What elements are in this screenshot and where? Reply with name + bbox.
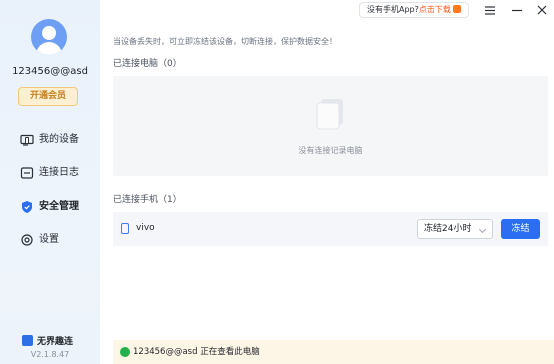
close-icon[interactable] [535, 3, 549, 17]
sidebar-item-my-devices[interactable]: 我的设备 [0, 127, 100, 153]
log-icon [20, 167, 34, 179]
device-icon [20, 134, 34, 146]
freeze-duration-select[interactable]: 冻结24小时 [417, 219, 493, 239]
phone-section-title: 已连接手机（1） [113, 195, 182, 205]
status-message: 正在查看此电脑 [200, 347, 260, 357]
connected-status-icon [120, 347, 130, 357]
pc-section-title: 已连接电脑（0） [113, 59, 182, 69]
brand: 无界趣连 [22, 334, 73, 347]
sidebar-item-label: 设置 [39, 234, 59, 245]
sidebar-item-security[interactable]: 安全管理 [0, 194, 100, 220]
brand-logo-icon [22, 335, 33, 346]
minimize-icon[interactable] [510, 3, 524, 17]
promo-download-link[interactable]: 点击下载 [419, 5, 451, 14]
freeze-duration-value: 冻结24小时 [424, 224, 472, 234]
phone-name: vivo [136, 223, 155, 233]
phone-icon [121, 223, 129, 234]
download-icon [452, 5, 461, 13]
pc-empty-text: 没有连接记录电脑 [298, 146, 363, 155]
sidebar: 123456@@asd 开通会员 我的设备 连接日志 安全管理 设置 无界趣连 [0, 0, 100, 364]
gear-icon [21, 234, 33, 246]
version-label: V2.1.8.47 [30, 350, 70, 359]
security-hint: 当设备丢失时，可立即冻结该设备，切断连接，保护数据安全！ [113, 37, 337, 46]
username: 123456@@asd [12, 66, 88, 77]
sidebar-item-label: 连接日志 [39, 167, 79, 178]
sidebar-item-settings[interactable]: 设置 [0, 227, 100, 253]
sidebar-item-label: 安全管理 [39, 201, 79, 212]
sidebar-item-connection-log[interactable]: 连接日志 [0, 160, 100, 186]
freeze-button[interactable]: 冻结 [501, 219, 540, 239]
shield-icon [22, 201, 32, 213]
avatar[interactable] [31, 19, 67, 55]
empty-state-icon [316, 99, 343, 130]
promo-question: 没有手机App? [367, 5, 419, 14]
brand-name: 无界趣连 [37, 337, 74, 347]
status-user: 123456@@asd [133, 347, 198, 357]
chevron-down-icon [478, 225, 487, 234]
menu-icon[interactable] [483, 3, 497, 17]
vip-button[interactable]: 开通会员 [18, 87, 78, 106]
sidebar-item-label: 我的设备 [39, 134, 79, 145]
download-app-promo[interactable]: 没有手机App?点击下载 [359, 2, 469, 18]
status-text: 123456@@asd 正在查看此电脑 [133, 347, 260, 357]
